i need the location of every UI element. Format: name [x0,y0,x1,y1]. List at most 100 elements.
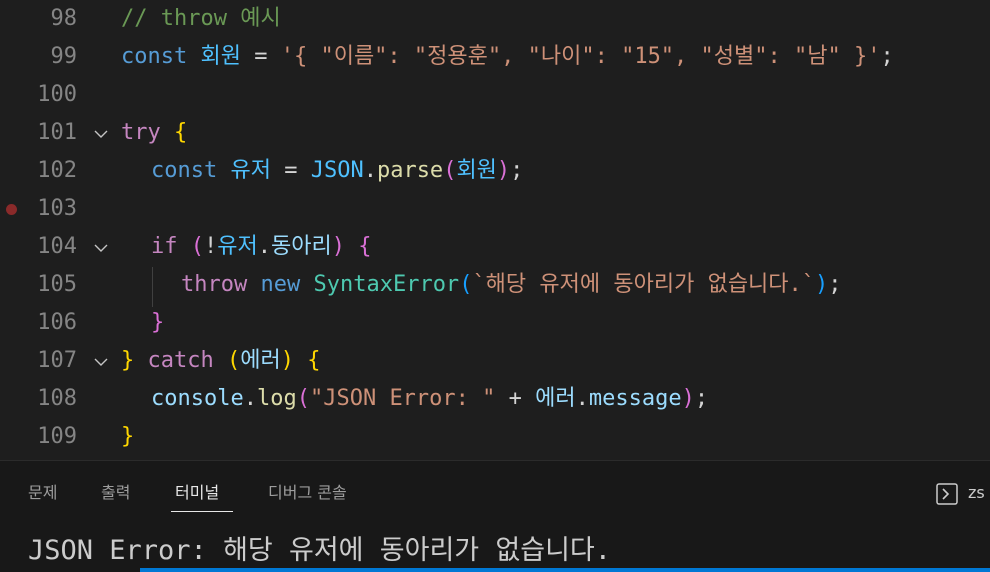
code-text: const 유저 = JSON.parse(회원); [151,152,523,190]
code-text: if (!유저.동아리) { [151,228,371,266]
code-token: console [151,386,244,411]
code-text: console.log("JSON Error: " + 에러.message)… [151,380,708,418]
code-token: ( [296,386,310,411]
code-token: ) [815,272,829,297]
chevron-down-icon[interactable] [91,114,113,152]
code-text: try { [121,114,187,152]
code-line[interactable]: 105 throw new SyntaxError(`해당 유저에 동아리가 없습… [0,266,990,304]
code-token: = [270,158,311,183]
code-text: } [151,304,164,342]
code-token: message [588,386,682,411]
code-token: const [121,44,188,69]
code-token: '{ "이름": "정용훈", "나이": "15", "성별": "남" }' [280,44,881,69]
code-token: if [151,234,178,259]
chevron-down-icon[interactable] [91,342,113,380]
line-number: 106 [37,310,77,335]
vscode-window: 98 // throw 예시 99 const 회원 = '{ "이름": "정용훈"… [0,0,990,572]
code-token: { [307,348,321,373]
code-text: throw new SyntaxError(`해당 유저에 동아리가 없습니다.… [181,266,842,304]
code-token: 회원 [456,158,497,183]
line-number: 104 [37,234,77,259]
line-number: 107 [37,348,77,373]
code-token: SyntaxError [313,272,460,297]
code-token: . [363,158,377,183]
line-number: 103 [37,196,77,221]
code-line[interactable]: 107} catch (에러) { [0,342,990,380]
terminal-icon[interactable] [936,483,958,505]
code-token: ( [190,234,204,259]
code-token: . [243,386,257,411]
terminal-name-label[interactable]: zs [968,481,985,505]
code-token: 회원 [200,44,241,69]
tab-problems[interactable]: 문제 [28,481,57,505]
code-token: = [240,44,281,69]
code-token: ; [828,272,842,297]
code-line[interactable]: 109} [0,418,990,456]
line-number: 100 [37,82,77,107]
code-token: } [121,348,135,373]
code-token: // throw 예시 [121,6,281,31]
code-line[interactable]: 100 [0,76,990,114]
code-line[interactable]: 104 if (!유저.동아리) { [0,228,990,266]
code-line[interactable]: 98 // throw 예시 [0,0,990,38]
code-token: 에러 [535,386,576,411]
chevron-down-icon[interactable] [91,228,113,266]
code-token: } [151,310,165,335]
code-line[interactable]: 101 try { [0,114,990,152]
code-token: } [121,424,135,449]
code-line[interactable]: 106} [0,304,990,342]
active-tab-indicator [171,511,233,512]
code-token: ) [331,234,345,259]
code-editor[interactable]: 98 // throw 예시 99 const 회원 = '{ "이름": "정용훈"… [0,0,990,460]
code-token: 유저 [217,234,258,259]
status-bar [140,568,990,572]
code-token: ; [880,44,894,69]
code-text: // throw 예시 [121,0,281,38]
code-token: 유저 [230,158,271,183]
code-token: parse [376,158,444,183]
code-token: "JSON Error: " [309,386,496,411]
code-line[interactable]: 108 console.log("JSON Error: " + 에러.messa… [0,380,990,418]
terminal-output: JSON Error: 해당 유저에 동아리가 없습니다. [28,535,612,566]
code-token: { [358,234,372,259]
tab-terminal[interactable]: 터미널 [175,481,219,505]
code-token: 동아리 [270,234,332,259]
code-line[interactable]: 102 const 유저 = JSON.parse(회원); [0,152,990,190]
line-number: 98 [50,6,78,31]
line-number: 109 [37,424,77,449]
code-token: ( [459,272,473,297]
code-token: + [495,386,536,411]
code-token: ) [280,348,294,373]
line-number: 101 [37,120,77,145]
code-token: try [121,120,161,145]
line-number: 108 [37,386,77,411]
code-token: catch [147,348,214,373]
code-token: ( [226,348,241,373]
code-token: JSON [310,158,364,183]
tab-output[interactable]: 출력 [101,481,130,505]
code-token: ( [443,158,457,183]
code-token: new [260,272,301,297]
code-line[interactable]: 103 [0,190,990,228]
code-token: { [174,120,188,145]
code-token: 에러 [240,348,281,373]
code-token: const [151,158,218,183]
code-token: throw [181,272,248,297]
tab-debug-console[interactable]: 디버그 콘솔 [268,481,347,505]
line-number: 102 [37,158,77,183]
code-token: . [575,386,589,411]
code-token: . [257,234,271,259]
code-text: const 회원 = '{ "이름": "정용훈", "나이": "15", "… [121,38,894,76]
bottom-panel: 문제 출력 터미널 디버그 콘솔 zs JSON Error: 해당 유저에 동… [0,460,990,572]
code-token: ) [496,158,511,183]
code-token: `해당 유저에 동아리가 없습니다.` [472,272,816,297]
line-number: 99 [50,44,78,69]
code-line[interactable]: 99 const 회원 = '{ "이름": "정용훈", "나이": "15",… [0,38,990,76]
